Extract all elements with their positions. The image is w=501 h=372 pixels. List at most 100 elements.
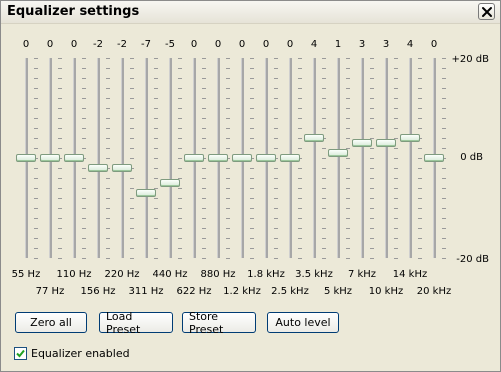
tick-mark [250,168,254,169]
tick-mark [106,58,110,59]
tick-mark [274,58,278,59]
tick-mark [202,118,206,119]
tick-mark [82,88,86,89]
tick-mark [274,138,278,139]
band-slider-thumb[interactable] [16,154,36,162]
close-button[interactable] [478,3,495,20]
tick-mark [58,228,62,229]
equalizer-enabled-checkbox[interactable] [14,347,27,360]
band-slider-track[interactable] [121,58,124,258]
tick-mark [226,258,230,259]
tick-mark [346,228,350,229]
tick-mark [394,168,398,169]
tick-mark [202,238,206,239]
tick-mark [370,168,374,169]
tick-mark [130,138,134,139]
tick-mark [34,118,38,119]
band-slider-thumb[interactable] [136,189,156,197]
tick-mark [58,58,62,59]
tick-mark [178,238,182,239]
tick-mark [298,118,302,119]
band-slider-thumb[interactable] [280,154,300,162]
tick-mark [346,128,350,129]
tick-mark [202,88,206,89]
tick-mark [34,128,38,129]
tick-mark [226,218,230,219]
tick-mark [370,198,374,199]
tick-mark [346,178,350,179]
tick-mark [226,148,230,149]
tick-mark [82,208,86,209]
band-slider-track[interactable] [169,58,172,258]
tick-mark [202,258,206,259]
tick-mark [418,208,422,209]
tick-mark [58,188,62,189]
tick-mark [394,78,398,79]
tick-mark [178,218,182,219]
band-slider-thumb[interactable] [400,134,420,142]
tick-mark [322,158,326,159]
tick-mark [82,178,86,179]
tick-mark [274,208,278,209]
tick-mark [178,168,182,169]
zero-all-button[interactable]: Zero all [15,312,87,333]
tick-mark [394,158,398,159]
tick-mark [154,158,158,159]
equalizer-enabled-row[interactable]: Equalizer enabled [14,347,130,360]
band-slider-track[interactable] [313,58,316,258]
band-slider-thumb[interactable] [112,164,132,172]
band-slider-track[interactable] [385,58,388,258]
tick-mark [106,218,110,219]
tick-mark [418,118,422,119]
tick-mark [226,208,230,209]
tick-mark [442,208,446,209]
tick-mark [154,198,158,199]
tick-mark [58,208,62,209]
band-slider-track[interactable] [361,58,364,258]
tick-mark [82,168,86,169]
tick-mark [202,168,206,169]
tick-mark [346,78,350,79]
tick-mark [58,238,62,239]
band-slider-thumb[interactable] [160,179,180,187]
band-slider-thumb[interactable] [88,164,108,172]
tick-mark [394,238,398,239]
load-preset-button[interactable]: Load Preset [99,310,173,336]
tick-mark [250,58,254,59]
band-slider-thumb[interactable] [232,154,252,162]
tick-mark [178,68,182,69]
band-slider-thumb[interactable] [352,139,372,147]
tick-mark [250,238,254,239]
band-slider-track[interactable] [337,58,340,258]
band-slider-track[interactable] [409,58,412,258]
band-slider-thumb[interactable] [184,154,204,162]
band-slider-thumb[interactable] [376,139,396,147]
auto-level-button[interactable]: Auto level [267,312,339,333]
tick-mark [394,208,398,209]
band-slider-thumb[interactable] [304,134,324,142]
tick-mark [58,198,62,199]
tick-mark [154,228,158,229]
tick-mark [442,138,446,139]
band-slider-track[interactable] [145,58,148,258]
tick-mark [178,108,182,109]
tick-mark [298,218,302,219]
tick-mark [298,188,302,189]
tick-mark [178,188,182,189]
band-slider-thumb[interactable] [64,154,84,162]
band-slider-thumb[interactable] [40,154,60,162]
tick-mark [274,238,278,239]
tick-mark [418,78,422,79]
tick-mark [82,228,86,229]
tick-mark [322,68,326,69]
band-slider-thumb[interactable] [328,149,348,157]
tick-mark [154,108,158,109]
tick-mark [394,68,398,69]
store-preset-button[interactable]: Store Preset [182,310,256,336]
band-slider-thumb[interactable] [424,154,444,162]
band-slider-thumb[interactable] [208,154,228,162]
band-slider-track[interactable] [97,58,100,258]
tick-mark [418,238,422,239]
tick-mark [322,258,326,259]
band-slider-thumb[interactable] [256,154,276,162]
